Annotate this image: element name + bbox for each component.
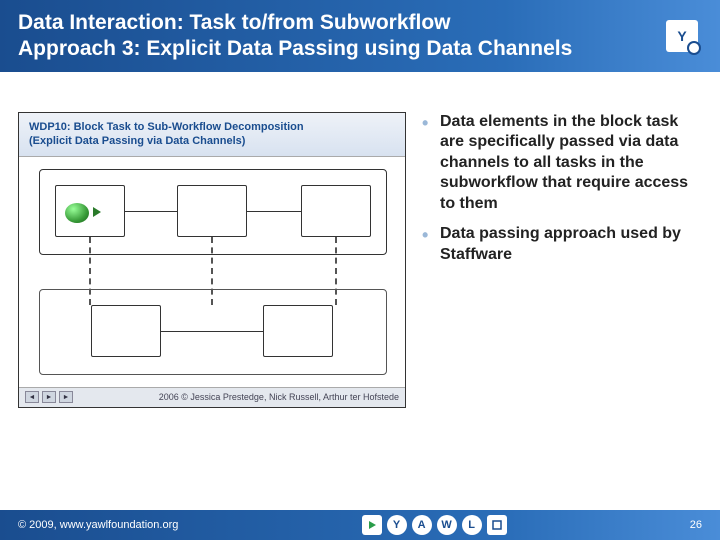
play-button[interactable]: ► <box>42 391 56 403</box>
data-element-icon <box>65 203 89 223</box>
letter-w-icon: W <box>437 515 457 535</box>
play-icon <box>362 515 382 535</box>
letter-y-icon: Y <box>387 515 407 535</box>
data-channel-dashed <box>89 237 91 305</box>
connector <box>247 211 301 213</box>
task-box <box>301 185 371 237</box>
page-number: 26 <box>690 519 702 531</box>
bullet-item: Data passing approach used by Staffware <box>422 224 702 265</box>
slide-content: WDP10: Block Task to Sub-Workflow Decomp… <box>0 72 720 408</box>
diagram-title-line-2: (Explicit Data Passing via Data Channels… <box>29 134 395 148</box>
slide-title: Data Interaction: Task to/from Subworkfl… <box>18 10 572 63</box>
diagram-panel: WDP10: Block Task to Sub-Workflow Decomp… <box>18 112 406 408</box>
letter-a-icon: A <box>412 515 432 535</box>
diagram-title-line-1: WDP10: Block Task to Sub-Workflow Decomp… <box>29 120 395 134</box>
task-box <box>177 185 247 237</box>
title-line-1: Data Interaction: Task to/from Subworkfl… <box>18 10 572 36</box>
connector <box>125 211 177 213</box>
slide-header: Data Interaction: Task to/from Subworkfl… <box>0 0 720 72</box>
logo-letter: Y <box>677 28 686 44</box>
diagram-credits: 2006 © Jessica Prestedge, Nick Russell, … <box>159 392 399 402</box>
bullet-list: Data elements in the block task are spec… <box>422 112 702 408</box>
prev-button[interactable]: ◄ <box>25 391 39 403</box>
footer-logo-group: Y A W L <box>362 515 507 535</box>
yawl-logo-icon: Y <box>666 20 698 52</box>
connector <box>161 331 263 333</box>
square-icon <box>487 515 507 535</box>
letter-l-icon: L <box>462 515 482 535</box>
data-channel-dashed <box>211 237 213 305</box>
diagram-body <box>19 157 405 387</box>
task-box <box>91 305 161 357</box>
slide-footer: © 2009, www.yawlfoundation.org Y A W L 2… <box>0 510 720 540</box>
title-line-2: Approach 3: Explicit Data Passing using … <box>18 36 572 62</box>
next-button[interactable]: ► <box>59 391 73 403</box>
diagram-title: WDP10: Block Task to Sub-Workflow Decomp… <box>19 113 405 157</box>
copyright-text: © 2009, www.yawlfoundation.org <box>18 519 178 531</box>
task-box <box>263 305 333 357</box>
diagram-footer: ◄ ► ► 2006 © Jessica Prestedge, Nick Rus… <box>19 387 405 407</box>
data-channel-dashed <box>335 237 337 305</box>
playback-controls: ◄ ► ► <box>25 391 73 403</box>
bullet-item: Data elements in the block task are spec… <box>422 112 702 214</box>
diagram-frame: WDP10: Block Task to Sub-Workflow Decomp… <box>18 112 406 408</box>
